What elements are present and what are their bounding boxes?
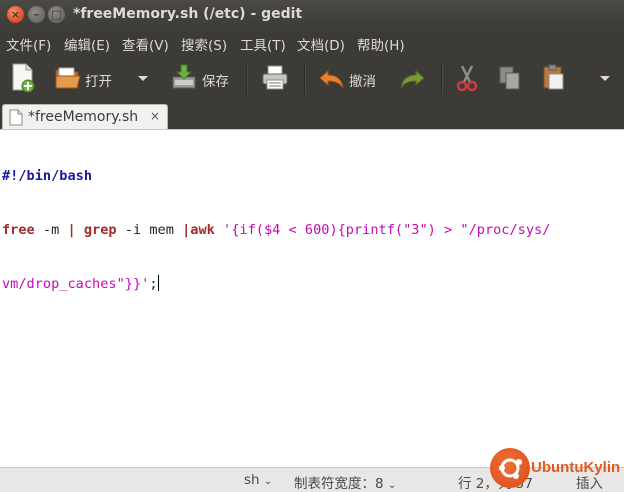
undo-icon xyxy=(319,69,344,89)
save-label: 保存 xyxy=(202,74,229,90)
tab-freememory[interactable]: *freeMemory.sh × xyxy=(2,104,168,130)
code-text: ; xyxy=(149,276,158,292)
tab-width-label: 制表符宽度：8 xyxy=(294,476,384,492)
save-button[interactable]: 保存 xyxy=(168,55,234,102)
text-editor[interactable]: #!/bin/bash free -m | grep -i mem |awk '… xyxy=(0,129,624,467)
undo-button[interactable]: 撤消 xyxy=(316,55,386,102)
open-label: 打开 xyxy=(85,74,112,90)
toolbar-separator xyxy=(246,63,247,94)
dropdown-icon xyxy=(600,76,610,81)
new-button[interactable] xyxy=(8,55,40,102)
redo-button[interactable] xyxy=(396,55,428,102)
document-icon xyxy=(9,109,23,126)
chevron-down-icon: ⌄ xyxy=(387,480,397,491)
menu-view[interactable]: 查看(V) xyxy=(122,34,169,54)
toolbar-separator xyxy=(304,63,305,94)
redo-icon xyxy=(400,69,425,89)
paste-icon xyxy=(543,64,564,90)
code-line: #!/bin/bash xyxy=(2,167,622,185)
dropdown-icon xyxy=(138,76,148,81)
copy-icon xyxy=(499,66,520,90)
text-cursor xyxy=(157,275,159,291)
open-recent-dropdown[interactable] xyxy=(134,55,152,102)
code-text: -m xyxy=(34,222,68,238)
tab-close-button[interactable]: × xyxy=(150,109,160,123)
window-title: *freeMemory.sh (/etc) - gedit xyxy=(73,6,303,22)
menu-help[interactable]: 帮助(H) xyxy=(357,34,405,54)
menu-search[interactable]: 搜索(S) xyxy=(181,34,227,54)
print-icon xyxy=(262,65,288,90)
language-selector[interactable]: sh ⌄ xyxy=(244,472,272,488)
watermark-text: UbuntuKylin xyxy=(531,459,621,476)
code-line: vm/drop_caches"}}'; xyxy=(2,275,622,293)
tab-bar: *freeMemory.sh × xyxy=(0,102,624,130)
close-window-button[interactable]: × xyxy=(7,6,24,23)
folder-open-icon xyxy=(55,67,81,89)
undo-label: 撤消 xyxy=(349,74,376,90)
command-grep: grep xyxy=(83,222,117,238)
command-awk: awk xyxy=(190,222,215,238)
title-bar: × – □ *freeMemory.sh (/etc) - gedit xyxy=(0,0,624,30)
command-free: free xyxy=(2,222,35,238)
awk-program-string: '{if($4 < 600){printf("3") > "/proc/sys/ xyxy=(223,222,551,238)
code-text: -i mem xyxy=(116,222,183,238)
minimize-window-button[interactable]: – xyxy=(28,6,45,23)
tab-label: *freeMemory.sh xyxy=(28,109,139,125)
code-line: free -m | grep -i mem |awk '{if($4 < 600… xyxy=(2,221,622,239)
print-button[interactable] xyxy=(258,55,292,102)
language-label: sh xyxy=(244,472,260,488)
toolbar: 打开 保存 撤消 xyxy=(0,55,624,102)
menu-file[interactable]: 文件(F) xyxy=(6,34,51,54)
shebang: #!/bin/bash xyxy=(2,168,93,184)
cut-button[interactable] xyxy=(452,55,484,102)
menu-tools[interactable]: 工具(T) xyxy=(240,34,286,54)
chevron-down-icon: ⌄ xyxy=(263,476,273,487)
new-document-icon xyxy=(12,63,35,93)
save-icon xyxy=(172,64,196,89)
toolbar-overflow-button[interactable] xyxy=(594,55,616,102)
open-button[interactable]: 打开 xyxy=(52,55,120,102)
cut-icon xyxy=(456,65,478,92)
copy-button[interactable] xyxy=(494,55,526,102)
tab-width-selector[interactable]: 制表符宽度：8 ⌄ xyxy=(294,472,396,492)
menu-documents[interactable]: 文档(D) xyxy=(297,34,345,54)
menu-bar: 文件(F) 编辑(E) 查看(V) 搜索(S) 工具(T) 文档(D) 帮助(H… xyxy=(0,30,624,55)
pipe-operator: | xyxy=(67,222,76,238)
toolbar-separator xyxy=(441,63,442,94)
maximize-window-button[interactable]: □ xyxy=(48,6,65,23)
paste-button[interactable] xyxy=(538,55,570,102)
awk-program-string: vm/drop_caches"}}' xyxy=(2,276,150,292)
ubuntukylin-logo-icon xyxy=(490,448,530,488)
menu-edit[interactable]: 编辑(E) xyxy=(64,34,110,54)
